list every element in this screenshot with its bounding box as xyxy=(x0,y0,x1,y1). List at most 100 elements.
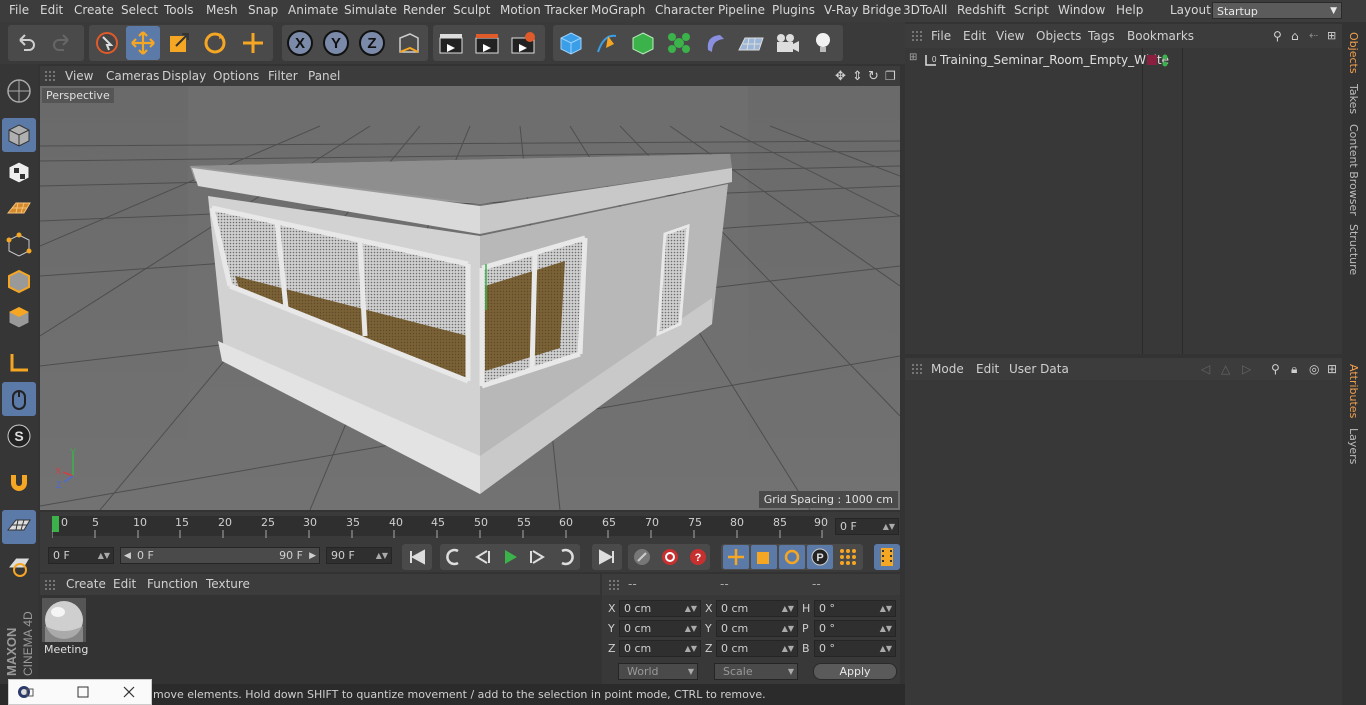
new-window-icon[interactable]: ⊞ xyxy=(1327,29,1336,42)
menu-select[interactable]: Select xyxy=(121,3,158,17)
add-camera-button[interactable] xyxy=(770,26,804,60)
menu-simulate[interactable]: Simulate xyxy=(344,3,397,17)
menu-pipeline[interactable]: Pipeline xyxy=(718,3,765,17)
search-icon[interactable]: ⚲ xyxy=(1271,362,1280,376)
menu-vray-bridge[interactable]: V-Ray Bridge xyxy=(824,3,901,17)
viewport-menu-cameras[interactable]: Cameras xyxy=(106,69,159,83)
add-spline-button[interactable] xyxy=(590,26,624,60)
locked-workplane-button[interactable] xyxy=(2,548,36,582)
add-environment-button[interactable] xyxy=(734,26,768,60)
coordinate-system-button[interactable] xyxy=(392,26,426,60)
objects-menu-bookmarks[interactable]: Bookmarks xyxy=(1127,29,1194,43)
attributes-menu-mode[interactable]: Mode xyxy=(931,362,964,376)
pos-z-field[interactable]: 0 cm ▲▼ xyxy=(619,640,701,657)
add-deformer-button[interactable] xyxy=(698,26,732,60)
objects-menu-tags[interactable]: Tags xyxy=(1088,29,1115,43)
workplane-mode-button[interactable] xyxy=(2,191,36,225)
current-frame-field[interactable]: 0 F ▲▼ xyxy=(835,518,899,535)
make-editable-button[interactable] xyxy=(2,74,36,108)
menu-animate[interactable]: Animate xyxy=(288,3,338,17)
objects-menu-objects[interactable]: Objects xyxy=(1036,29,1081,43)
attributes-menu-user-data[interactable]: User Data xyxy=(1009,362,1069,376)
tab-takes[interactable]: Takes xyxy=(1347,84,1360,114)
add-mograph-button[interactable] xyxy=(662,26,696,60)
start-frame-field[interactable]: 0 F ▲▼ xyxy=(48,547,114,564)
menu-motion-tracker[interactable]: Motion Tracker xyxy=(500,3,588,17)
home-icon[interactable]: ⌂ xyxy=(1291,29,1299,43)
rot-p-field[interactable]: 0 ° ▲▼ xyxy=(814,620,896,637)
autokeying-button[interactable]: ? xyxy=(686,545,710,569)
motion-system-button[interactable] xyxy=(630,545,654,569)
recent-tools-button[interactable] xyxy=(236,26,270,60)
render-picture-viewer-button[interactable] xyxy=(470,26,504,60)
menu-create[interactable]: Create xyxy=(74,3,114,17)
add-light-button[interactable] xyxy=(806,26,840,60)
object-row[interactable]: ⊞ 0 Training_Seminar_Room_Empty_White xyxy=(905,50,1342,70)
menu-mograph[interactable]: MoGraph xyxy=(591,3,646,17)
tab-structure[interactable]: Structure xyxy=(1347,224,1360,275)
end-frame-field[interactable]: 90 F ▲▼ xyxy=(326,547,392,564)
points-mode-button[interactable] xyxy=(2,228,36,262)
add-nurbs-button[interactable] xyxy=(626,26,660,60)
render-view-button[interactable] xyxy=(434,26,468,60)
menu-window[interactable]: Window xyxy=(1058,3,1105,17)
maximize-view-icon[interactable]: ❐ xyxy=(885,69,896,83)
previous-frame-button[interactable] xyxy=(470,546,494,568)
menu-redshift[interactable]: Redshift xyxy=(957,3,1006,17)
viewport-menu-view[interactable]: View xyxy=(65,69,93,83)
key-rotation-button[interactable] xyxy=(779,545,805,569)
timeline-editor-button[interactable] xyxy=(874,544,900,570)
menu-character[interactable]: Character xyxy=(655,3,714,17)
tab-layers[interactable]: Layers xyxy=(1347,428,1360,464)
size-z-field[interactable]: 0 cm ▲▼ xyxy=(716,640,798,657)
material-menu-texture[interactable]: Texture xyxy=(206,577,250,591)
nav-back-icon[interactable]: ◁ xyxy=(1201,362,1210,376)
timeline-ruler[interactable]: 0 5 10 15 20 25 30 35 40 45 50 55 60 65 … xyxy=(40,512,900,542)
go-to-start-button[interactable] xyxy=(402,544,432,570)
maximize-icon[interactable] xyxy=(73,683,93,701)
next-key-button[interactable] xyxy=(554,546,578,568)
coord-space-select[interactable]: World ▼ xyxy=(618,663,698,680)
live-selection-button[interactable] xyxy=(90,26,124,60)
size-x-field[interactable]: 0 cm ▲▼ xyxy=(716,600,798,617)
undo-button[interactable] xyxy=(9,26,43,60)
perspective-viewport[interactable]: Y X Z Perspective Grid Spacing : 1000 cm xyxy=(40,86,900,510)
menu-sculpt[interactable]: Sculpt xyxy=(453,3,490,17)
menu-file[interactable]: File xyxy=(9,3,29,17)
new-window-icon[interactable]: ⊞ xyxy=(1327,362,1337,376)
coord-mode-select[interactable]: Scale ▼ xyxy=(714,663,798,680)
viewport-menu-filter[interactable]: Filter xyxy=(268,69,298,83)
polygons-mode-button[interactable] xyxy=(2,300,36,334)
pan-view-icon[interactable]: ✥ xyxy=(835,69,846,84)
y-axis-lock-button[interactable]: Y xyxy=(319,26,353,60)
material-menu-edit[interactable]: Edit xyxy=(113,577,136,591)
expand-plus-icon[interactable]: ⊞ xyxy=(909,52,917,63)
objects-menu-file[interactable]: File xyxy=(931,29,951,43)
objects-menu-view[interactable]: View xyxy=(996,29,1024,43)
menu-plugins[interactable]: Plugins xyxy=(772,3,815,17)
render-settings-button[interactable] xyxy=(506,26,540,60)
pos-y-field[interactable]: 0 cm ▲▼ xyxy=(619,620,701,637)
target-icon[interactable]: ◎ xyxy=(1309,362,1319,376)
material-menu-create[interactable]: Create xyxy=(66,577,106,591)
menu-help[interactable]: Help xyxy=(1116,3,1143,17)
tab-content-browser[interactable]: Content Browser xyxy=(1347,124,1360,216)
key-scale-button[interactable] xyxy=(751,545,777,569)
search-icon[interactable]: ⚲ xyxy=(1273,29,1282,43)
menu-mesh[interactable]: Mesh xyxy=(206,3,238,17)
nav-forward-icon[interactable]: ▷ xyxy=(1242,362,1251,376)
move-tool-button[interactable] xyxy=(126,26,160,60)
workplane-lock-button[interactable] xyxy=(2,510,36,544)
edges-mode-button[interactable] xyxy=(2,264,36,298)
attributes-menu-edit[interactable]: Edit xyxy=(976,362,999,376)
menu-tools[interactable]: Tools xyxy=(164,3,194,17)
layer-color-tag[interactable] xyxy=(1147,55,1157,65)
material-menu-function[interactable]: Function xyxy=(147,577,198,591)
pos-x-field[interactable]: 0 cm ▲▼ xyxy=(619,600,701,617)
object-name[interactable]: Training_Seminar_Room_Empty_White xyxy=(940,53,1169,67)
viewport-menu-display[interactable]: Display xyxy=(162,69,206,83)
viewport-menu-panel[interactable]: Panel xyxy=(308,69,340,83)
menu-3dtoall[interactable]: 3DToAll xyxy=(903,3,947,17)
frame-range-slider[interactable]: ◀ 0 F 90 F ▶ xyxy=(120,547,320,564)
next-frame-button[interactable] xyxy=(526,546,550,568)
